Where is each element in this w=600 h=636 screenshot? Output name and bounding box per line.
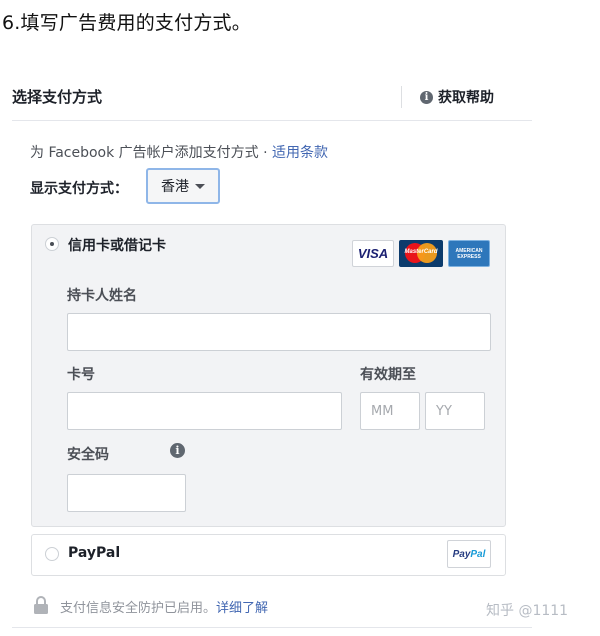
amex-line2: EXPRESS <box>457 253 481 260</box>
step-title: 6.填写广告费用的支付方式。 <box>2 12 251 34</box>
header-divider <box>12 120 532 121</box>
lock-icon <box>34 596 48 614</box>
cardholder-name-label: 持卡人姓名 <box>67 288 137 304</box>
footer-divider <box>12 627 532 628</box>
mastercard-logo: MasterCard <box>399 240 443 267</box>
paypal-option-label[interactable]: PayPal <box>68 545 120 561</box>
amex-logo: AMERICAN EXPRESS <box>448 240 490 267</box>
region-select[interactable]: 香港 <box>146 168 220 204</box>
card-number-label: 卡号 <box>67 367 95 383</box>
expiry-label: 有效期至 <box>360 367 416 383</box>
expiry-month-input[interactable] <box>360 392 420 430</box>
intro-text: 为 Facebook 广告帐户添加支付方式 · 适用条款 <box>30 142 328 162</box>
terms-link[interactable]: 适用条款 <box>272 145 328 161</box>
paypal-logo: Pay Pal <box>447 540 491 568</box>
expiry-year-input[interactable] <box>425 392 485 430</box>
radio-dot <box>50 242 54 246</box>
security-notice-text: 支付信息安全防护已启用。 <box>60 601 217 616</box>
paypal-logo-pal: Pal <box>470 548 486 560</box>
learn-more-link[interactable]: 详细了解 <box>216 601 268 616</box>
security-code-label: 安全码 <box>67 447 109 463</box>
info-icon[interactable]: i <box>170 443 185 458</box>
info-icon: i <box>420 90 433 104</box>
mastercard-wordmark: MasterCard <box>404 249 438 255</box>
help-label: 获取帮助 <box>438 90 494 106</box>
card-option-radio[interactable] <box>45 237 59 251</box>
help-button[interactable]: i 获取帮助 <box>420 87 494 107</box>
display-region-label: 显示支付方式： <box>30 181 128 197</box>
paypal-logo-pay: Pay <box>452 548 471 560</box>
card-number-input[interactable] <box>67 392 342 430</box>
paypal-option-radio[interactable] <box>45 547 59 561</box>
header-separator <box>401 86 402 108</box>
cardholder-name-input[interactable] <box>67 313 491 351</box>
region-selected-value: 香港 <box>161 179 189 195</box>
dialog-title: 选择支付方式 <box>12 88 103 106</box>
visa-logo: VISA <box>352 240 394 267</box>
watermark: 知乎 @1111 <box>486 603 569 619</box>
card-option-label[interactable]: 信用卡或借记卡 <box>68 235 166 255</box>
security-code-input[interactable] <box>67 474 186 512</box>
security-notice: 支付信息安全防护已启用。详细了解 <box>60 597 268 616</box>
intro-description: 为 Facebook 广告帐户添加支付方式 · <box>30 145 273 161</box>
caret-down-icon <box>195 183 205 189</box>
